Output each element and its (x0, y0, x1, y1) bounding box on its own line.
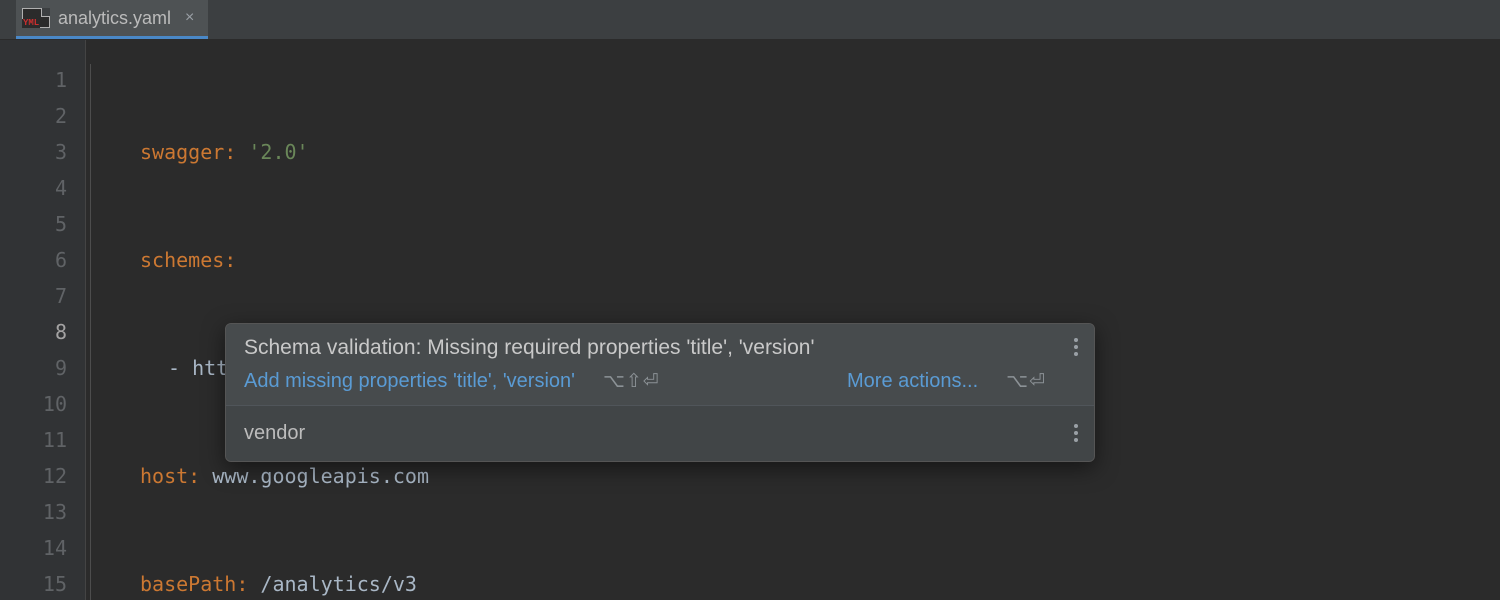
yaml-file-icon (22, 8, 50, 28)
shortcut-hint: ⌥⏎ (1006, 370, 1046, 393)
quickfix-add-properties[interactable]: Add missing properties 'title', 'version… (244, 370, 575, 393)
shortcut-hint: ⌥⇧⏎ (603, 370, 660, 393)
tab-bar: analytics.yaml × (0, 0, 1500, 40)
fold-column[interactable] (85, 40, 140, 600)
validation-popup: Schema validation: Missing required prop… (225, 323, 1095, 462)
code-editor[interactable]: 1 2 3 4 5 6 7 8 9 10 11 12 13 14 15 swag… (0, 40, 1500, 600)
line-number-gutter: 1 2 3 4 5 6 7 8 9 10 11 12 13 14 15 (0, 40, 85, 600)
popup-title: Schema validation: Missing required prop… (244, 336, 1046, 360)
popup-detail: vendor (244, 422, 305, 444)
tab-filename: analytics.yaml (58, 8, 171, 29)
file-tab-analytics[interactable]: analytics.yaml × (16, 0, 208, 39)
popup-more-icon[interactable] (1074, 424, 1078, 442)
more-actions-link[interactable]: More actions... (847, 370, 978, 393)
close-tab-icon[interactable]: × (185, 9, 194, 27)
code-content[interactable]: swagger: '2.0' schemes: - https host: ww… (140, 40, 1500, 600)
popup-more-icon[interactable] (1074, 338, 1078, 356)
